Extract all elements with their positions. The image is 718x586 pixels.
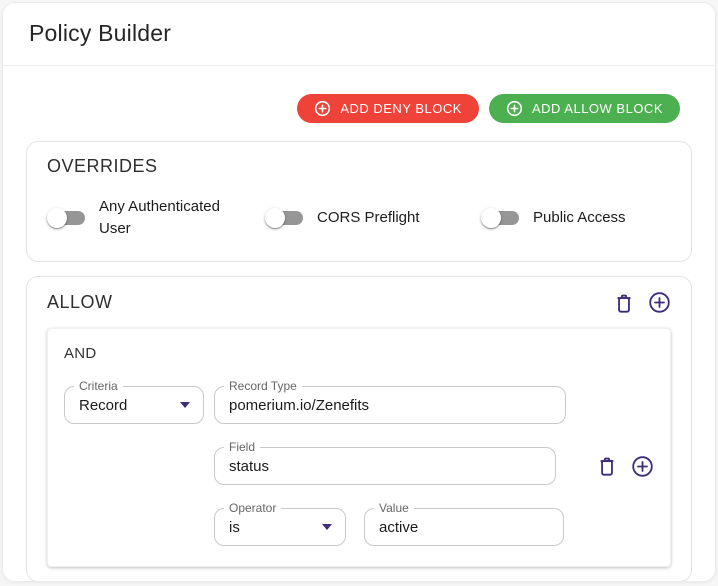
- toggle-knob: [481, 208, 501, 228]
- delete-icon: [613, 292, 635, 314]
- add-allow-block-label: ADD ALLOW BLOCK: [532, 101, 663, 116]
- allow-block-header: ALLOW: [47, 291, 671, 314]
- any-authenticated-user-toggle[interactable]: [47, 208, 85, 228]
- value-field-label: Value: [374, 501, 414, 515]
- field-name-input[interactable]: [229, 458, 541, 475]
- add-circle-icon: [631, 455, 654, 478]
- add-rule-group-button[interactable]: [648, 291, 671, 314]
- record-type-input[interactable]: [229, 397, 551, 414]
- criteria-select-label: Criteria: [74, 379, 123, 393]
- overrides-title: OVERRIDES: [47, 156, 671, 177]
- add-rule-button[interactable]: [631, 455, 654, 478]
- criteria-select-value: Record: [79, 397, 127, 414]
- delete-allow-block-button[interactable]: [613, 292, 635, 314]
- field-name-label: Field: [224, 440, 260, 454]
- toggle-knob: [47, 208, 67, 228]
- allow-block-title: ALLOW: [47, 292, 113, 313]
- add-deny-block-label: ADD DENY BLOCK: [340, 101, 462, 116]
- group-operator-label: AND: [64, 345, 654, 362]
- chevron-down-icon: [180, 402, 190, 408]
- toggle-public-access: Public Access: [481, 207, 626, 229]
- public-access-toggle[interactable]: [481, 208, 519, 228]
- and-rule-group: AND Criteria Record Record Type: [47, 328, 671, 567]
- add-circle-icon: [648, 291, 671, 314]
- rule-row-criteria: Criteria Record Record Type: [64, 386, 654, 424]
- card-header: Policy Builder: [3, 3, 715, 66]
- toggle-label: CORS Preflight: [317, 207, 420, 229]
- chevron-down-icon: [322, 524, 332, 530]
- add-circle-icon: [506, 100, 523, 117]
- toggle-cors-preflight: CORS Preflight: [265, 207, 481, 229]
- operator-select[interactable]: Operator is: [214, 508, 346, 546]
- toggle-any-authenticated-user: Any Authenticated User: [47, 196, 265, 240]
- cors-preflight-toggle[interactable]: [265, 208, 303, 228]
- toggle-label: Public Access: [533, 207, 626, 229]
- actions-row: ADD DENY BLOCK ADD ALLOW BLOCK: [26, 94, 680, 123]
- card-body: ADD DENY BLOCK ADD ALLOW BLOCK OVERRIDES: [3, 94, 715, 582]
- toggle-knob: [265, 208, 285, 228]
- add-deny-block-button[interactable]: ADD DENY BLOCK: [297, 94, 479, 123]
- value-input[interactable]: [379, 519, 549, 536]
- rule-row-operator-value: Operator is Value: [64, 508, 654, 546]
- allow-block-actions: [613, 291, 671, 314]
- operator-select-label: Operator: [224, 501, 281, 515]
- policy-builder-card: Policy Builder ADD DENY BLOCK ADD ALLOW …: [2, 2, 716, 582]
- rule-row-field: Field: [64, 447, 654, 485]
- toggle-label: Any Authenticated User: [99, 196, 249, 240]
- page-title: Policy Builder: [29, 20, 689, 47]
- operator-select-value: is: [229, 519, 240, 536]
- record-type-field: Record Type: [214, 386, 566, 424]
- add-circle-icon: [314, 100, 331, 117]
- value-field: Value: [364, 508, 564, 546]
- allow-block-section: ALLOW: [26, 276, 692, 582]
- overrides-toggles: Any Authenticated User CORS Preflight Pu…: [47, 189, 671, 247]
- delete-rule-button[interactable]: [596, 455, 618, 477]
- field-name-field: Field: [214, 447, 556, 485]
- add-allow-block-button[interactable]: ADD ALLOW BLOCK: [489, 94, 680, 123]
- criteria-select[interactable]: Criteria Record: [64, 386, 204, 424]
- record-type-field-label: Record Type: [224, 379, 302, 393]
- overrides-section: OVERRIDES Any Authenticated User CORS Pr…: [26, 141, 692, 262]
- rule-row-actions: [596, 455, 654, 478]
- delete-icon: [596, 455, 618, 477]
